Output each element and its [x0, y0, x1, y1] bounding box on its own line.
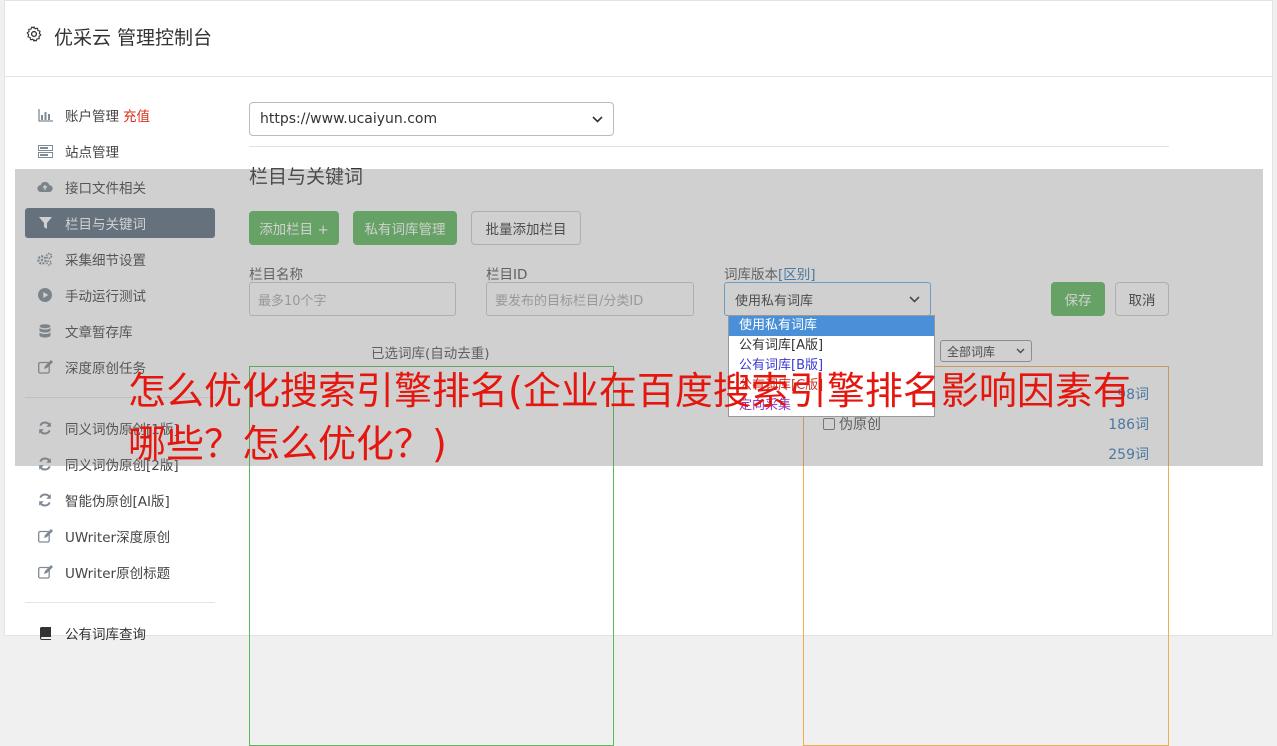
sidebar-item-sites[interactable]: 站点管理	[25, 133, 215, 169]
sidebar-item-ai-original[interactable]: 智能伪原创[AI版]	[25, 482, 215, 518]
sidebar-item-label: 公有词库查询	[65, 627, 146, 643]
dropdown-option-private[interactable]: 使用私有词库	[729, 316, 934, 336]
server-icon	[37, 143, 53, 159]
dropdown-option-public-a[interactable]: 公有词库[A版]	[729, 336, 934, 356]
refresh-icon	[37, 492, 53, 508]
sidebar-item-uwriter-title[interactable]: UWriter原创标题	[25, 554, 215, 590]
edit-icon	[37, 564, 53, 580]
sidebar-item-uwriter-deep[interactable]: UWriter深度原创	[25, 518, 215, 554]
site-select[interactable]: https://www.ucaiyun.com	[249, 102, 614, 136]
divider	[249, 146, 1169, 147]
site-select-value: https://www.ucaiyun.com	[260, 111, 438, 127]
gear-icon	[26, 26, 42, 42]
header: 优采云 管理控制台	[5, 1, 1272, 77]
recharge-link[interactable]: 充值	[123, 105, 150, 125]
bar-chart-icon	[37, 107, 53, 123]
book-icon	[37, 625, 53, 641]
sidebar-item-label: 账户管理	[65, 109, 119, 125]
sidebar-item-label: 智能伪原创[AI版]	[65, 494, 170, 510]
edit-icon	[37, 528, 53, 544]
sidebar-item-label: UWriter深度原创	[65, 530, 171, 546]
overlay-caption: 怎么优化搜索引擎排名(企业在百度搜索引擎排名影响因素有哪些？怎么优化？)	[128, 369, 1131, 466]
sidebar-divider	[25, 602, 215, 603]
sidebar-item-account[interactable]: 账户管理 充值	[25, 97, 215, 133]
chevron-down-icon	[592, 115, 603, 123]
page-title: 优采云 管理控制台	[54, 27, 213, 49]
sidebar-item-label: UWriter原创标题	[65, 566, 171, 582]
sidebar-item-label: 站点管理	[65, 145, 119, 161]
sidebar-item-public-lib-query[interactable]: 公有词库查询	[25, 615, 215, 651]
